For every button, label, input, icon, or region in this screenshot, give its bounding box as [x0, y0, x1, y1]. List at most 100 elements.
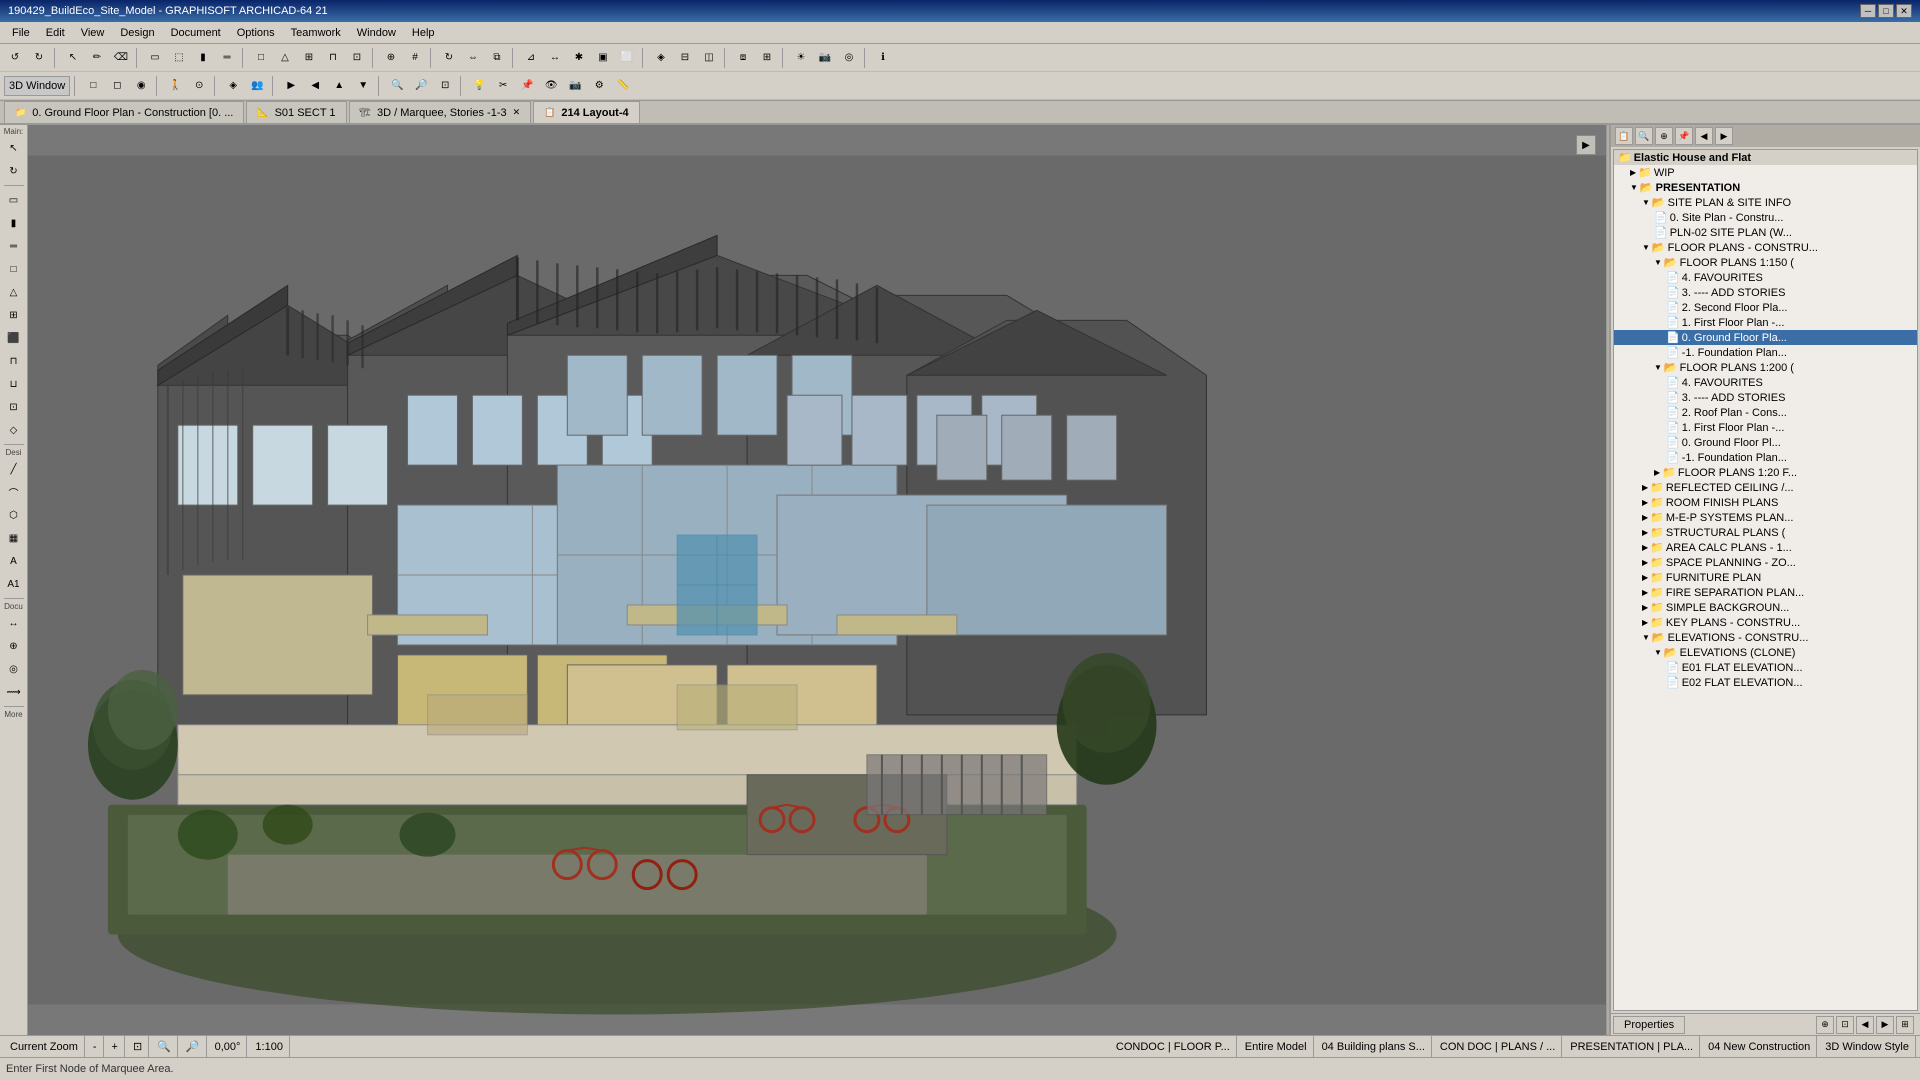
rp-btn-3[interactable]: ⊕ [1655, 127, 1673, 145]
rp-btn-5[interactable]: ◀ [1695, 127, 1713, 145]
tb-info[interactable]: ℹ [872, 47, 894, 69]
rp-btn-2[interactable]: 🔍 [1635, 127, 1653, 145]
tb-walk[interactable]: 🚶 [164, 75, 186, 97]
tb-sun[interactable]: ☀ [790, 47, 812, 69]
tree-root[interactable]: 📁 Elastic House and Flat [1614, 150, 1917, 165]
tb-wire[interactable]: ◻ [106, 75, 128, 97]
tb-grid[interactable]: # [404, 47, 426, 69]
tb-settings[interactable]: ⚙ [588, 75, 610, 97]
tree-second-floor[interactable]: 📄 2. Second Floor Pla... [1614, 300, 1917, 315]
tree-favs-2[interactable]: 📄 4. FAVOURITES [1614, 375, 1917, 390]
tb-floor[interactable]: □ [250, 47, 272, 69]
tool-slab[interactable]: □ [3, 258, 25, 280]
tb-zoom-out[interactable]: 🔎 [410, 75, 432, 97]
status-zoom-minus[interactable]: - [87, 1036, 104, 1057]
rp-bottom-btn-2[interactable]: ⊡ [1836, 1016, 1854, 1034]
menu-design[interactable]: Design [112, 25, 162, 41]
status-zoom-plus[interactable]: + [106, 1036, 125, 1057]
tree-room-finish[interactable]: ▶ 📁 ROOM FINISH PLANS [1614, 495, 1917, 510]
tree-pln02[interactable]: 📄 PLN-02 SITE PLAN (W... [1614, 225, 1917, 240]
tool-column[interactable]: ▮ [3, 212, 25, 234]
tool-fill[interactable]: ▦ [3, 527, 25, 549]
tb-wall2[interactable]: ⬚ [168, 47, 190, 69]
tb-wall[interactable]: ▭ [144, 47, 166, 69]
tb-cut[interactable]: ✂ [492, 75, 514, 97]
nav-arrow-button[interactable]: ▶ [1576, 135, 1596, 155]
tree-addstories-1[interactable]: 📄 3. ---- ADD STORIES [1614, 285, 1917, 300]
tab-3d[interactable]: 🏗 3D / Marquee, Stories -1-3 ✕ [349, 101, 532, 123]
tool-poly[interactable]: ⬡ [3, 504, 25, 526]
status-stories[interactable]: Entire Model [1239, 1036, 1314, 1057]
tool-label[interactable]: A1 [3, 573, 25, 595]
menu-help[interactable]: Help [404, 25, 443, 41]
tool-arrow[interactable]: ↖ [3, 137, 25, 159]
status-zoom-out[interactable]: 🔎 [180, 1036, 207, 1057]
tb-3d-window-label[interactable]: 3D Window [4, 76, 70, 96]
status-con-doc[interactable]: CON DOC | PLANS / ... [1434, 1036, 1562, 1057]
tb-pencil[interactable]: ✏ [86, 47, 108, 69]
menu-view[interactable]: View [73, 25, 113, 41]
tool-text[interactable]: A [3, 550, 25, 572]
tree-site-plan[interactable]: ▼ 📂 SITE PLAN & SITE INFO [1614, 195, 1917, 210]
tree-fp150[interactable]: ▼ 📂 FLOOR PLANS 1:150 ( [1614, 255, 1917, 270]
tree-roof-plan[interactable]: 📄 2. Roof Plan - Cons... [1614, 405, 1917, 420]
tree-site-plan-0[interactable]: 📄 0. Site Plan - Constru... [1614, 210, 1917, 225]
canvas-area[interactable]: ▶ [28, 125, 1606, 1035]
tb-group[interactable]: ▣ [592, 47, 614, 69]
rp-bottom-btn-3[interactable]: ◀ [1856, 1016, 1874, 1034]
tb-window[interactable]: ⊡ [346, 47, 368, 69]
tree-first-floor[interactable]: 📄 1. First Floor Plan -... [1614, 315, 1917, 330]
tree-presentation[interactable]: ▼ 📂 PRESENTATION [1614, 180, 1917, 195]
tree-elevations-constr[interactable]: ▼ 📂 ELEVATIONS - CONSTRU... [1614, 630, 1917, 645]
tool-railing[interactable]: ⊓ [3, 350, 25, 372]
tb-pointer[interactable]: ↖ [62, 47, 84, 69]
tool-dim[interactable]: ↔ [3, 612, 25, 634]
status-scale[interactable]: 1:100 [249, 1036, 290, 1057]
tb-beam[interactable]: ═ [216, 47, 238, 69]
tree-furniture[interactable]: ▶ 📁 FURNITURE PLAN [1614, 570, 1917, 585]
tool-line[interactable]: ╱ [3, 458, 25, 480]
menu-options[interactable]: Options [229, 25, 283, 41]
tb-nav2[interactable]: ◀ [304, 75, 326, 97]
menu-window[interactable]: Window [349, 25, 404, 41]
rp-bottom-btn-4[interactable]: ▶ [1876, 1016, 1894, 1034]
tb-nav3[interactable]: ▲ [328, 75, 350, 97]
tb-attrib[interactable]: ⊞ [756, 47, 778, 69]
rp-btn-4[interactable]: 📌 [1675, 127, 1693, 145]
tb-explode[interactable]: ✱ [568, 47, 590, 69]
tb-section[interactable]: ⊟ [674, 47, 696, 69]
tool-rotate-view[interactable]: ↻ [3, 160, 25, 182]
tab-close-3[interactable]: ✕ [513, 107, 521, 118]
tb-clip[interactable]: 📌 [516, 75, 538, 97]
tb-stair[interactable]: ⊞ [298, 47, 320, 69]
tree-fp200[interactable]: ▼ 📂 FLOOR PLANS 1:200 ( [1614, 360, 1917, 375]
tb-fit[interactable]: ⊡ [434, 75, 456, 97]
tb-cam[interactable]: 📷 [814, 47, 836, 69]
menu-edit[interactable]: Edit [38, 25, 73, 41]
tb-show-hide[interactable]: 👁 [540, 75, 562, 97]
tb-redo[interactable]: ↻ [28, 47, 50, 69]
close-button[interactable]: ✕ [1896, 4, 1912, 18]
tree-reflected[interactable]: ▶ 📁 REFLECTED CEILING /... [1614, 480, 1917, 495]
status-new-construction[interactable]: 04 New Construction [1702, 1036, 1817, 1057]
status-building-plans[interactable]: 04 Building plans S... [1316, 1036, 1432, 1057]
tree-fp20[interactable]: ▶ 📁 FLOOR PLANS 1:20 F... [1614, 465, 1917, 480]
tb-nav4[interactable]: ▼ [352, 75, 374, 97]
tab-layout[interactable]: 📋 214 Layout-4 [533, 101, 639, 123]
tb-roof[interactable]: △ [274, 47, 296, 69]
status-zoom-in[interactable]: 🔍 [151, 1036, 178, 1057]
tree-simple-bg[interactable]: ▶ 📁 SIMPLE BACKGROUN... [1614, 600, 1917, 615]
status-layer[interactable]: CONDOC | FLOOR P... [1110, 1036, 1237, 1057]
tb-door[interactable]: ⊓ [322, 47, 344, 69]
status-window-style[interactable]: 3D Window Style [1819, 1036, 1916, 1057]
tree-ground-floor-plan[interactable]: 📄 0. Ground Floor Pla... [1614, 330, 1917, 345]
tb-align[interactable]: ⊿ [520, 47, 542, 69]
tool-door[interactable]: ⊔ [3, 373, 25, 395]
tool-arc[interactable]: ⌒ [3, 481, 25, 503]
tree-mep[interactable]: ▶ 📁 M-E-P SYSTEMS PLAN... [1614, 510, 1917, 525]
tool-spot[interactable]: ⊕ [3, 635, 25, 657]
tree-gf-2[interactable]: 📄 0. Ground Floor Pl... [1614, 435, 1917, 450]
tb-shade[interactable]: ◉ [130, 75, 152, 97]
tb-rotate[interactable]: ↻ [438, 47, 460, 69]
tb-ungroup[interactable]: ⬜ [616, 47, 638, 69]
